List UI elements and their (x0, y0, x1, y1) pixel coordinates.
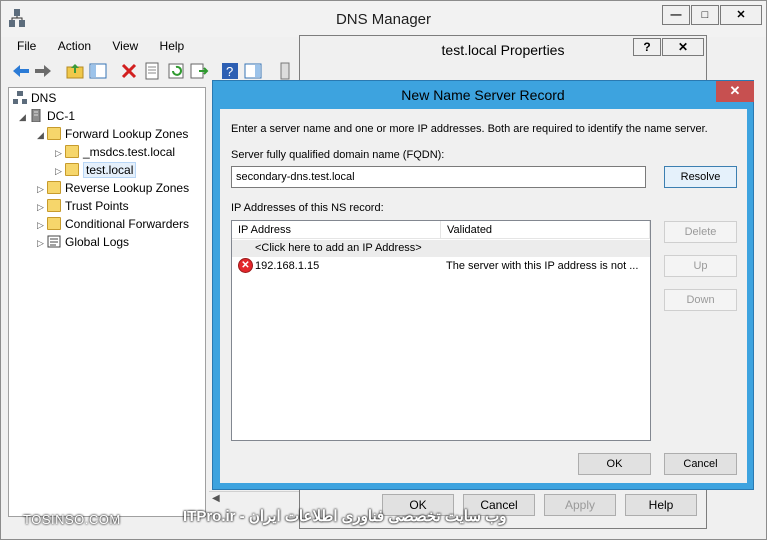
ip-list-label: IP Addresses of this NS record: (231, 202, 384, 214)
tree-node-msdcs[interactable]: ▷ _msdcs.test.local (55, 145, 175, 163)
tree-node-dns[interactable]: DNS (13, 91, 56, 109)
maximize-button[interactable]: □ (691, 5, 719, 25)
tree-node-dc1[interactable]: ◢ DC-1 (19, 109, 75, 127)
folder-icon (47, 181, 61, 194)
down-button[interactable]: Down (664, 289, 737, 311)
tree-label-dc1: DC-1 (47, 109, 76, 123)
delete-button[interactable]: Delete (664, 221, 737, 243)
collapse-arrow-icon[interactable]: ◢ (37, 130, 47, 141)
console-tree: DNS ◢ DC-1 ◢ Forward Lookup Zones ▷ _msdcs.… (8, 87, 206, 517)
zone-icon (65, 163, 79, 176)
menu-file[interactable]: File (17, 39, 36, 53)
horizontal-scrollbar[interactable]: ◀ (209, 491, 299, 507)
back-arrow-icon[interactable] (11, 61, 31, 81)
dialog-title: New Name Server Record (401, 87, 565, 103)
folder-icon (47, 199, 61, 212)
tree-label-dns: DNS (31, 91, 57, 105)
dialog-close-button[interactable]: ✕ (716, 81, 754, 102)
properties-icon[interactable] (142, 61, 162, 81)
menu-view[interactable]: View (112, 39, 138, 53)
resolve-button[interactable]: Resolve (664, 166, 737, 188)
watermark-band: TOSINSO.COM ITPro.ir - وب سایت تخصصی فنا… (1, 507, 767, 533)
properties-help-button[interactable]: ? (633, 38, 661, 56)
ip-entry-status: The server with this IP address is not .… (446, 260, 639, 272)
new-ns-record-dialog: New Name Server Record ✕ Enter a server … (212, 80, 754, 490)
tree-label-trust: Trust Points (65, 199, 129, 213)
export-icon[interactable] (189, 61, 209, 81)
menu-help[interactable]: Help (160, 39, 185, 53)
collapse-arrow-icon[interactable]: ◢ (19, 112, 29, 123)
close-button[interactable]: ✕ (720, 5, 762, 25)
delete-icon[interactable] (119, 61, 139, 81)
tree-label-conditional: Conditional Forwarders (65, 217, 190, 231)
action-pane-icon[interactable] (243, 61, 263, 81)
svg-text:?: ? (226, 64, 233, 79)
expand-arrow-icon[interactable]: ▷ (37, 202, 47, 213)
up-button[interactable]: Up (664, 255, 737, 277)
zone-icon (65, 145, 79, 158)
scroll-left-icon[interactable]: ◀ (212, 493, 220, 504)
minimize-button[interactable]: — (662, 5, 690, 25)
ip-entry-row[interactable]: ✕ 192.168.1.15 The server with this IP a… (232, 258, 650, 275)
column-ip-address[interactable]: IP Address (232, 221, 441, 239)
tree-node-conditional-forwarders[interactable]: ▷ Conditional Forwarders (37, 217, 189, 235)
ip-entry-address: 192.168.1.15 (255, 260, 320, 272)
tree-node-forward-zones[interactable]: ◢ Forward Lookup Zones (37, 127, 188, 145)
tree-label-logs: Global Logs (65, 235, 130, 249)
title-bar: DNS Manager — □ ✕ (1, 1, 766, 37)
menu-bar: File Action View Help (7, 39, 192, 57)
expand-arrow-icon[interactable]: ▷ (37, 220, 47, 231)
logs-icon (47, 235, 61, 248)
add-ip-text: <Click here to add an IP Address> (255, 242, 422, 254)
expand-arrow-icon[interactable]: ▷ (55, 166, 65, 177)
tree-node-test-local[interactable]: ▷ test.local (55, 162, 137, 181)
add-ip-row[interactable]: <Click here to add an IP Address> (232, 240, 650, 257)
dns-icon (13, 91, 27, 104)
dns-manager-window: DNS Manager — □ ✕ File Action View Help … (0, 0, 767, 540)
tree-label-forward: Forward Lookup Zones (65, 127, 189, 141)
watermark-left: TOSINSO.COM (23, 512, 121, 527)
menu-action[interactable]: Action (58, 39, 91, 53)
dialog-ok-button[interactable]: OK (578, 453, 651, 475)
fqdn-label: Server fully qualified domain name (FQDN… (231, 149, 445, 161)
dialog-body: Enter a server name and one or more IP a… (220, 109, 747, 483)
fqdn-input[interactable]: secondary-dns.test.local (231, 166, 646, 188)
dialog-cancel-button[interactable]: Cancel (664, 453, 737, 475)
help-icon[interactable]: ? (220, 61, 240, 81)
window-title: DNS Manager (335, 11, 432, 28)
expand-arrow-icon[interactable]: ▷ (37, 238, 47, 249)
tree-node-reverse-zones[interactable]: ▷ Reverse Lookup Zones (37, 181, 189, 199)
more-icon[interactable] (275, 61, 295, 81)
tree-node-global-logs[interactable]: ▷ Global Logs (37, 235, 129, 253)
folder-icon (47, 217, 61, 230)
refresh-icon[interactable] (166, 61, 186, 81)
tree-label-reverse: Reverse Lookup Zones (65, 181, 190, 195)
expand-arrow-icon[interactable]: ▷ (55, 148, 65, 159)
ip-address-list[interactable]: IP Address Validated <Click here to add … (231, 220, 651, 441)
up-folder-icon[interactable] (65, 61, 85, 81)
tree-label-msdcs: _msdcs.test.local (83, 145, 176, 159)
properties-close-button[interactable]: ✕ (662, 38, 704, 56)
tree-label-test-local: test.local (83, 162, 137, 178)
error-icon: ✕ (238, 258, 253, 273)
forward-arrow-icon[interactable] (33, 61, 53, 81)
folder-icon (47, 127, 61, 140)
tree-node-trust-points[interactable]: ▷ Trust Points (37, 199, 129, 217)
watermark-right: ITPro.ir - وب سایت تخصصی فناوری اطلاعات … (183, 508, 507, 525)
server-icon (31, 109, 41, 122)
show-hide-tree-icon[interactable] (88, 61, 108, 81)
dialog-intro: Enter a server name and one or more IP a… (231, 123, 708, 135)
column-validated[interactable]: Validated (441, 221, 650, 239)
expand-arrow-icon[interactable]: ▷ (37, 184, 47, 195)
